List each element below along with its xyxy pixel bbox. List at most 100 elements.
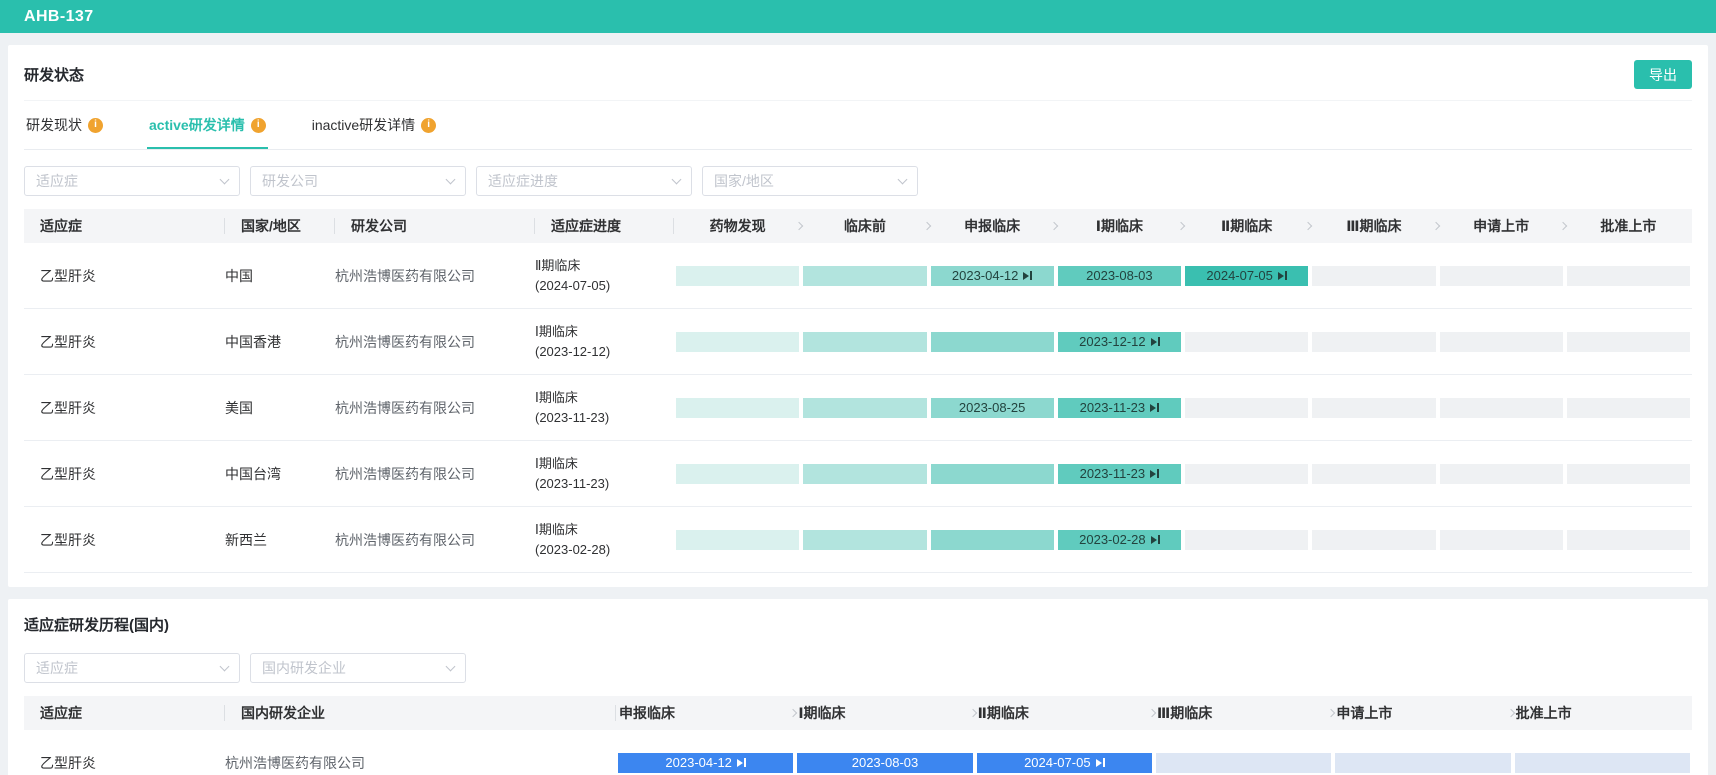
filter-indication[interactable]: 适应症 [24,166,240,196]
cell-company: 杭州浩博医药有限公司 [225,753,616,773]
phase-cell [1183,441,1310,506]
col-header: 研发公司 [335,209,535,243]
phase-cell: 2023-08-25 [929,375,1056,440]
cell-indication: 乙型肝炎 [24,332,225,352]
filter-indication[interactable]: 适应症 [24,653,240,683]
phase-bar-dated[interactable]: 2023-04-12 [931,266,1054,286]
stage-entry-icon [1150,469,1159,478]
table-row: 乙型肝炎中国香港杭州浩博医药有限公司Ⅰ期临床(2023-12-12)2023-1… [24,309,1692,375]
phase-cell [1333,730,1512,775]
phase-bar-dated[interactable]: 2023-04-12 [618,753,793,773]
cell-progress: Ⅰ期临床(2023-11-23) [535,454,674,494]
phase-cell [801,309,928,374]
cell-indication: 乙型肝炎 [24,266,225,286]
entry-triangle [1151,338,1157,346]
phase-cell [929,309,1056,374]
phase-bar-dated[interactable]: 2023-08-03 [1058,266,1181,286]
filter-placeholder: 适应症 [36,171,78,191]
col-header-phase: 申请上市 [1333,696,1512,730]
phase-bar [1515,753,1690,773]
info-icon[interactable]: i [421,118,436,133]
phase-cell [929,441,1056,506]
phase-cell [1565,441,1692,506]
phase-bar-dated[interactable]: 2023-08-25 [931,398,1054,418]
phase-cell [674,243,801,308]
phase-bar-dated[interactable]: 2023-11-23 [1058,398,1181,418]
stage-entry-icon [1151,337,1160,346]
history-table: 适应症国内研发企业申报临床Ⅰ期临床Ⅱ期临床Ⅲ期临床申请上市批准上市乙型肝炎杭州浩… [24,696,1692,775]
cell-progress: Ⅰ期临床(2023-12-12) [535,322,674,362]
entry-stick [1030,271,1032,280]
col-header-phase: Ⅰ期临床 [795,696,974,730]
rd-status-title: 研发状态 [24,64,84,85]
entry-triangle [1096,759,1102,767]
phase-cell [1565,375,1692,440]
phase-bar-dated[interactable]: 2023-08-03 [797,753,972,773]
phase-bar-dated[interactable]: 2024-07-05 [977,753,1152,773]
col-header-phase: Ⅱ期临床 [975,696,1154,730]
phase-bar-dated[interactable]: 2023-02-28 [1058,530,1181,550]
tab-label: active研发详情 [149,115,245,135]
phase-cell [801,375,928,440]
col-header: 适应症 [24,696,225,730]
tab-overview[interactable]: 研发现状i [24,103,105,149]
cell-company: 杭州浩博医药有限公司 [335,530,535,550]
table-row: 乙型肝炎中国杭州浩博医药有限公司Ⅱ期临床(2024-07-05)2023-04-… [24,243,1692,309]
col-header-phase: 申请上市 [1438,209,1565,243]
entry-stick [1285,271,1287,280]
filter-placeholder: 适应症 [36,658,78,678]
status-filter-bar: 适应症 研发公司适应症进度 国家/地区 [24,166,1692,196]
stage-entry-icon [1023,271,1032,280]
entry-stick [1158,337,1160,346]
table-header: 适应症国家/地区研发公司适应症进度药物发现临床前申报临床Ⅰ期临床Ⅱ期临床Ⅲ期临床… [24,209,1692,243]
section-header: 研发状态 导出 [24,45,1692,101]
stage-entry-icon [737,758,746,767]
phase-bar-dated[interactable]: 2023-12-12 [1058,332,1181,352]
phase-bar-dated[interactable]: 2023-11-23 [1058,464,1181,484]
entry-triangle [1150,404,1156,412]
export-button[interactable]: 导出 [1634,60,1692,89]
filter-placeholder: 国家/地区 [714,171,774,191]
filter-indication-progress[interactable]: 适应症进度 [476,166,692,196]
info-icon[interactable]: i [88,118,103,133]
phase-bar [1567,332,1690,352]
phase-date: 2024-07-05 [1024,755,1091,770]
filter-placeholder: 国内研发企业 [262,658,346,678]
entry-stick [1157,469,1159,478]
phase-cell [1438,507,1565,572]
col-header-phase: Ⅱ期临床 [1183,209,1310,243]
phase-cell: 2023-11-23 [1056,441,1183,506]
phase-bar [1185,332,1308,352]
filter-company[interactable]: 研发公司 [250,166,466,196]
phase-cell: 2023-08-03 [795,730,974,775]
col-header-phase: Ⅲ期临床 [1310,209,1437,243]
phase-bar [1567,464,1690,484]
phase-date: 2024-07-05 [1206,268,1273,283]
stage-entry-icon [1278,271,1287,280]
table-row: 乙型肝炎新西兰杭州浩博医药有限公司Ⅰ期临床(2023-02-28)2023-02… [24,507,1692,573]
tab-active-detail[interactable]: active研发详情 i [147,103,268,149]
cell-progress: Ⅰ期临床(2023-11-23) [535,388,674,428]
phase-date: 2023-08-03 [852,755,919,770]
phase-date: 2023-04-12 [952,268,1019,283]
col-header-phase: 申报临床 [929,209,1056,243]
filter-region[interactable]: 国家/地区 [702,166,918,196]
entry-triangle [737,759,743,767]
cell-company: 杭州浩博医药有限公司 [335,332,535,352]
phase-cell [1438,375,1565,440]
phase-cell [1438,309,1565,374]
phase-cell [801,441,928,506]
tab-bar: 研发现状iactive研发详情iinactive研发详情i [24,103,1692,150]
cell-region: 中国 [225,266,335,286]
entry-triangle [1151,536,1157,544]
info-icon[interactable]: i [251,118,266,133]
phase-cell [929,507,1056,572]
phase-bar-dated[interactable]: 2024-07-05 [1185,266,1308,286]
cell-indication: 乙型肝炎 [24,530,225,550]
col-header-label: 药物发现 [710,216,766,236]
filter-domestic-company[interactable]: 国内研发企业 [250,653,466,683]
progress-phase: Ⅰ期临床 [535,520,674,540]
phase-date: 2023-08-25 [959,400,1026,415]
phase-bar [1440,464,1563,484]
tab-inactive-detail[interactable]: inactive研发详情i [310,103,438,149]
